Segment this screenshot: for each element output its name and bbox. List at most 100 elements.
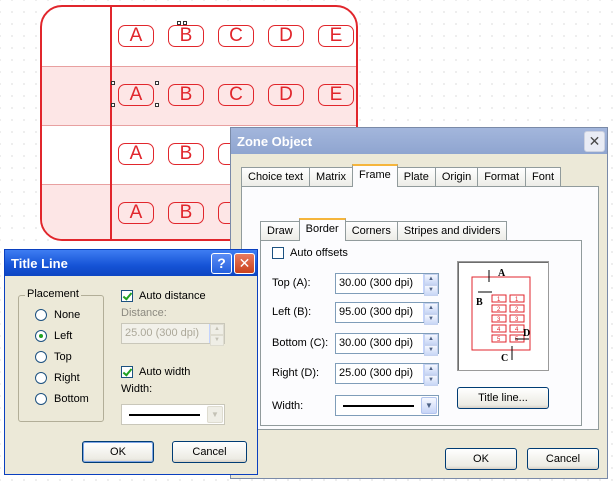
spin-up-icon[interactable]: ▲ [424,364,438,375]
spin-up-icon[interactable]: ▲ [424,274,438,285]
placement-top-radio[interactable]: Top [35,351,72,363]
checkbox-box[interactable] [272,247,284,259]
placement-option-label: Bottom [54,393,89,405]
placement-option-label: Left [54,330,73,342]
tab-origin[interactable]: Origin [434,167,479,187]
answer-bubble-e[interactable]: E [318,25,354,47]
zone-object-dialog: Zone Object ✕ Choice text Matrix Frame P… [230,127,608,479]
tab-format[interactable]: Format [477,167,527,187]
placement-right-radio[interactable]: Right [35,372,80,384]
placement-left-radio[interactable]: Left [35,330,72,342]
selection-handle[interactable] [111,103,115,107]
tab-choice-text[interactable]: Choice text [241,167,311,187]
answer-bubble-b[interactable]: B [168,202,204,224]
chevron-down-icon[interactable]: ▼ [421,397,437,414]
title-ok-button[interactable]: OK [82,441,154,463]
answer-bubble-c[interactable]: C [218,25,254,47]
bottom-offset-label: Bottom (C): [272,337,329,349]
left-offset-stepper[interactable]: 95.00 (300 dpi) ▲ ▼ [335,302,439,325]
title-cancel-button[interactable]: Cancel [172,441,247,463]
answer-bubble-b[interactable]: B [168,84,204,106]
title-line-titlebar[interactable]: Title Line ? ✕ [5,250,257,276]
tab-matrix[interactable]: Matrix [309,167,353,187]
chevron-down-icon[interactable]: ▼ [207,406,223,423]
close-icon[interactable]: ✕ [584,130,605,152]
spin-down-icon[interactable]: ▼ [424,285,438,296]
distance-stepper[interactable]: 25.00 (300 dpi) ▲ ▼ [121,323,225,346]
zone-object-titlebar[interactable]: Zone Object ✕ [231,128,607,154]
answer-bubble-c[interactable]: C [218,84,254,106]
close-icon[interactable]: ✕ [234,252,255,274]
placement-bottom-radio[interactable]: Bottom [35,393,89,405]
checkbox-box[interactable] [121,366,133,378]
placement-option-label: Top [54,351,72,363]
spin-down-icon[interactable]: ▼ [424,375,438,386]
top-offset-stepper[interactable]: 30.00 (300 dpi) ▲ ▼ [335,273,439,296]
border-tab-page: Auto offsets Top (A): 30.00 (300 dpi) ▲ ▼… [260,240,582,426]
zone-object-title: Zone Object [237,133,313,149]
selection-handle[interactable] [155,103,159,107]
distance-value[interactable]: 25.00 (300 dpi) [122,324,209,343]
placement-group: Placement None Left Top Right Bottom [18,288,104,422]
placement-option-label: None [54,309,81,321]
zone-ok-button[interactable]: OK [445,448,517,470]
tab-border[interactable]: Border [298,218,346,241]
radio-dot[interactable] [35,330,47,342]
preview-letter-d: D [523,328,530,339]
auto-offsets-label: Auto offsets [290,247,348,259]
tab-font[interactable]: Font [525,167,562,187]
bottom-offset-value[interactable]: 30.00 (300 dpi) [336,334,423,353]
placement-none-radio[interactable]: None [35,309,80,321]
tab-plate[interactable]: Plate [396,167,436,187]
border-preview: 1122334455 A B C D [457,261,549,371]
right-offset-label: Right (D): [272,367,320,379]
title-line-button[interactable]: Title line... [457,387,549,409]
spin-up-icon[interactable]: ▲ [424,303,438,314]
answer-bubble-a[interactable]: A [118,143,154,165]
spin-down-icon[interactable]: ▼ [424,314,438,325]
spin-up-icon[interactable]: ▲ [210,324,224,335]
tab-frame[interactable]: Frame [351,164,398,187]
spin-up-icon[interactable]: ▲ [424,334,438,345]
selection-handle[interactable] [177,21,181,25]
answer-bubble-a[interactable]: A [118,84,154,106]
bottom-offset-stepper[interactable]: 30.00 (300 dpi) ▲ ▼ [335,333,439,356]
answer-bubble-e[interactable]: E [318,84,354,106]
help-icon[interactable]: ? [211,252,232,274]
line-sample [129,414,200,416]
tab-corners[interactable]: Corners [344,221,398,241]
selection-handle[interactable] [111,81,115,85]
auto-distance-checkbox[interactable]: Auto distance [121,290,206,302]
spin-down-icon[interactable]: ▼ [210,335,224,346]
right-offset-value[interactable]: 25.00 (300 dpi) [336,364,423,383]
radio-dot[interactable] [35,351,47,363]
zone-cancel-button[interactable]: Cancel [527,448,599,470]
answer-bubble-a[interactable]: A [118,25,154,47]
title-line-title: Title Line [11,255,68,271]
spin-down-icon[interactable]: ▼ [424,345,438,356]
tab-draw[interactable]: Draw [260,221,300,241]
line-width-select[interactable]: ▼ [335,395,439,416]
title-width-select[interactable]: ▼ [121,404,225,425]
answer-bubble-d[interactable]: D [268,84,304,106]
auto-offsets-checkbox[interactable]: Auto offsets [272,247,348,259]
answer-bubble-b[interactable]: B [168,25,204,47]
answer-bubble-a[interactable]: A [118,202,154,224]
checkbox-box[interactable] [121,290,133,302]
auto-width-checkbox[interactable]: Auto width [121,366,190,378]
top-offset-value[interactable]: 30.00 (300 dpi) [336,274,423,293]
radio-dot[interactable] [35,309,47,321]
sub-tabstrip: Draw Border Corners Stripes and dividers [260,218,508,241]
placement-label: Placement [25,288,81,300]
selection-handle[interactable] [155,81,159,85]
answer-bubble-b[interactable]: B [168,143,204,165]
tab-stripes-dividers[interactable]: Stripes and dividers [396,221,508,241]
radio-dot[interactable] [35,393,47,405]
answer-bubble-d[interactable]: D [268,25,304,47]
selection-handle[interactable] [183,21,187,25]
right-offset-stepper[interactable]: 25.00 (300 dpi) ▲ ▼ [335,363,439,386]
distance-label: Distance: [121,307,167,319]
left-offset-value[interactable]: 95.00 (300 dpi) [336,303,423,322]
radio-dot[interactable] [35,372,47,384]
border-preview-diagram: 1 12 23 34 45 5 A B C D [471,268,531,364]
